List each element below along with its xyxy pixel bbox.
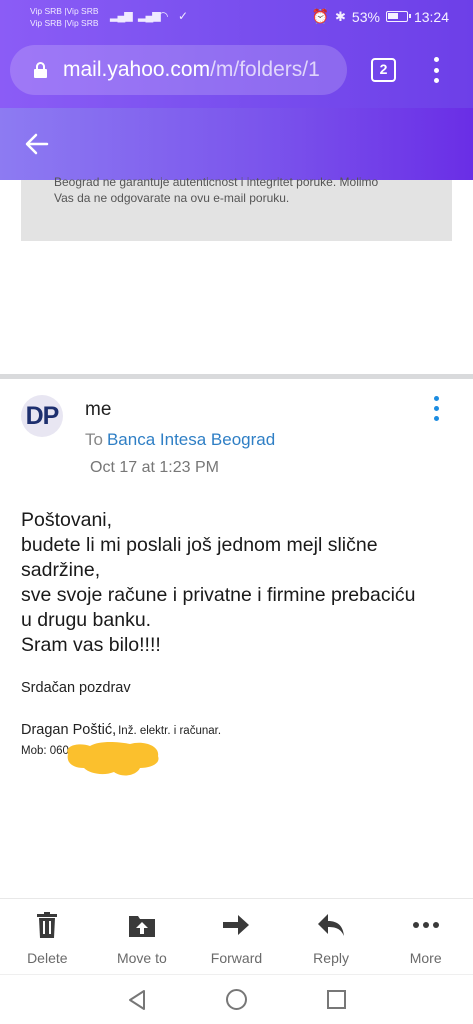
- previous-line-1: Beograd ne garantuje autenticnost i inte…: [54, 175, 379, 189]
- to-label: To: [85, 430, 103, 449]
- download-icon: ✓: [178, 9, 189, 23]
- system-navigation-bar: [0, 974, 473, 1024]
- screen: Vip SRB |Vip SRB Vip SRB |Vip SRB ▂▄▆ ▂▄…: [0, 0, 473, 1024]
- app-header: [0, 108, 473, 180]
- delete-button[interactable]: Delete: [0, 899, 95, 975]
- body-line: sadržine,: [21, 559, 101, 581]
- carrier-line-2: Vip SRB |Vip SRB: [30, 18, 99, 28]
- alarm-icon: ⏰: [311, 8, 330, 24]
- browser-menu-icon[interactable]: [430, 57, 442, 83]
- forward-button[interactable]: Forward: [189, 899, 284, 975]
- back-arrow-icon[interactable]: [25, 133, 49, 155]
- message-divider: [0, 374, 473, 379]
- redaction-scribble: [67, 742, 159, 776]
- address-bar[interactable]: mail.yahoo.com/m/folders/1: [10, 45, 347, 95]
- previous-message-footer: Beograd ne garantuje autenticnost i inte…: [21, 175, 452, 241]
- sender-name: me: [85, 399, 112, 420]
- wifi-icon: ◠: [158, 9, 169, 23]
- signature-title: Inž. elektr. i računar.: [118, 725, 222, 737]
- message-date: Oct 17 at 1:23 PM: [90, 459, 219, 476]
- previous-message-text: Beograd ne garantuje autenticnost i inte…: [54, 174, 434, 206]
- battery-percent: 53%: [351, 8, 380, 25]
- signature-name: Dragan Poštić, Inž. elektr. i računar.: [21, 722, 221, 738]
- carrier-line-1: Vip SRB |Vip SRB: [30, 6, 99, 16]
- signature-name-text: Dragan Poštić,: [21, 722, 117, 738]
- message-body: Poštovani, budete li mi poslali još jedn…: [21, 508, 461, 658]
- carrier-info: Vip SRB |Vip SRB Vip SRB |Vip SRB: [30, 5, 99, 29]
- url-text[interactable]: mail.yahoo.com/m/folders/1: [63, 58, 338, 82]
- regards-text: Srdačan pozdrav: [21, 680, 131, 696]
- body-line: Sram vas bilo!!!!: [21, 634, 161, 656]
- message-more-icon[interactable]: [432, 396, 440, 421]
- move-to-button[interactable]: Move to: [95, 899, 190, 975]
- more-label: More: [409, 950, 442, 966]
- lock-icon: [34, 62, 47, 78]
- bluetooth-icon: ✱: [335, 8, 346, 24]
- tab-switcher-button[interactable]: 2: [371, 58, 396, 82]
- reply-arrow-icon: [318, 914, 345, 936]
- body-line: sve svoje račune i privatne i firmine pr…: [21, 584, 416, 606]
- body-line: budete li mi poslali još jednom mejl sli…: [21, 534, 378, 556]
- previous-line-2: Vas da ne odgovarate na ovu e-mail poruk…: [54, 191, 290, 205]
- more-button[interactable]: More: [378, 899, 473, 975]
- trash-icon: [37, 912, 58, 938]
- nav-home-icon[interactable]: [226, 989, 247, 1010]
- battery-icon: [385, 11, 411, 22]
- move-to-label: Move to: [116, 950, 167, 966]
- url-domain: mail.yahoo.com: [63, 58, 211, 81]
- message-actions-toolbar: Delete Move to Forward Reply More: [0, 898, 473, 974]
- body-line: u drugu banku.: [21, 609, 152, 631]
- status-right: ⏰ ✱ 53% 13:24: [312, 8, 449, 25]
- url-path: /m/folders/1: [210, 58, 320, 81]
- move-folder-icon: [128, 916, 155, 937]
- body-line: Poštovani,: [21, 509, 113, 531]
- clock: 13:24: [413, 8, 449, 25]
- recipient-link[interactable]: Banca Intesa Beograd: [107, 430, 275, 449]
- nav-recents-icon[interactable]: [327, 990, 346, 1009]
- status-bar: Vip SRB |Vip SRB Vip SRB |Vip SRB ▂▄▆ ▂▄…: [0, 0, 473, 34]
- delete-label: Delete: [27, 950, 68, 966]
- avatar: DP: [21, 395, 63, 437]
- signal-icon: ▂▄▆: [110, 10, 133, 22]
- reply-label: Reply: [313, 950, 349, 966]
- recipient-line: To Banca Intesa Beograd: [85, 430, 275, 450]
- forward-label: Forward: [210, 950, 263, 966]
- signal-icon-2: ▂▄▆: [138, 10, 161, 22]
- nav-back-icon[interactable]: [127, 989, 147, 1011]
- reply-button[interactable]: Reply: [284, 899, 379, 975]
- forward-arrow-icon: [223, 915, 250, 935]
- more-horizontal-icon: [412, 922, 439, 928]
